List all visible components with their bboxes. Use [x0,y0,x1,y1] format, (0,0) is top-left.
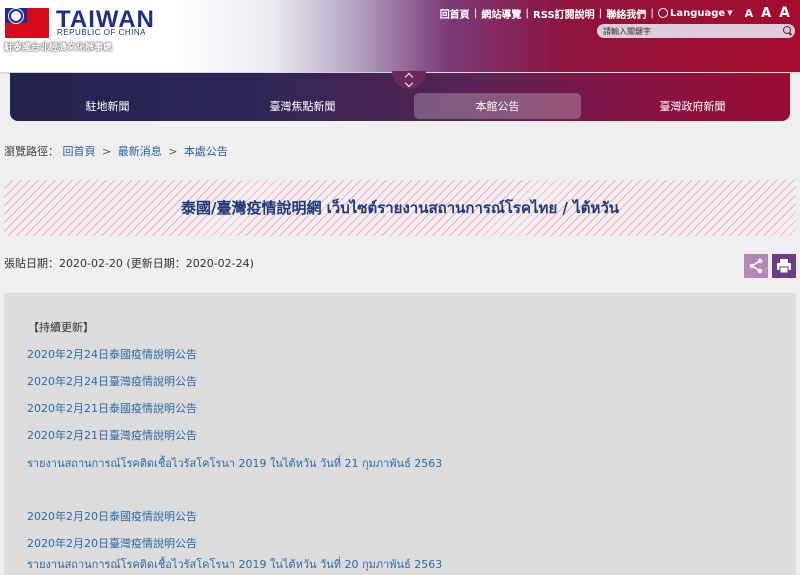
update-note: 【持續更新】 [28,321,94,334]
print-button[interactable] [772,254,796,278]
office-name[interactable]: 駐泰國台北經濟文化辦事處 [4,40,112,53]
font-size-small-button[interactable]: A [745,7,754,20]
breadcrumb-home[interactable]: 回首頁 [63,145,96,158]
breadcrumb-separator: > [102,145,112,158]
separator: | [473,7,478,19]
share-button[interactable] [744,254,768,278]
sitemap-link[interactable]: 網站導覽 [477,6,525,21]
breadcrumb-latest-news[interactable]: 最新消息 [118,145,162,158]
announcement-link[interactable]: 2020年2月24日臺灣疫情說明公告 [27,373,197,389]
nav-item-local-news[interactable]: 駐地新聞 [10,93,205,119]
breadcrumb-prefix: 瀏覽路徑： [4,145,59,158]
font-size-medium-button[interactable]: A [761,6,771,21]
top-links: 回首頁 | 網站導覽 | RSS訂閱說明 | 聯絡我們 | Language ▼… [436,5,790,21]
search-icon[interactable] [781,25,793,37]
page-title: 泰國/臺灣疫情說明網 เว็บไซต์รายงานสถานการณ์โรคไทย… [180,199,620,217]
nav-toggle-button[interactable] [392,71,426,89]
breadcrumb-separator: > [168,145,178,158]
contact-link[interactable]: 聯絡我們 [602,6,650,21]
nav-item-announcements[interactable]: 本館公告 [414,93,581,119]
announcement-link[interactable]: 2020年2月24日泰國疫情說明公告 [27,346,197,362]
breadcrumb: 瀏覽路徑： 回首頁 > 最新消息 > 本處公告 [4,143,228,159]
separator: | [650,7,654,19]
separator: | [598,7,603,19]
search-input[interactable] [597,26,781,36]
share-icon [749,258,763,274]
announcement-link[interactable]: รายงานสถานการณ์โรคติดเชื้อไวรัสโคโรนา 20… [27,454,442,472]
font-size-large-button[interactable]: A [779,5,790,21]
site-header: TAIWAN REPUBLIC OF CHINA 駐泰國台北經濟文化辦事處 回首… [0,0,800,72]
globe-icon [657,8,668,18]
main-nav: 駐地新聞 臺灣焦點新聞 本館公告 臺灣政府新聞 [10,71,790,121]
breadcrumb-announcements[interactable]: 本處公告 [184,145,228,158]
language-label: Language [669,7,726,19]
post-dates: 張貼日期：2020-02-20 (更新日期：2020-02-24) [4,257,254,270]
nav-item-taiwan-focus[interactable]: 臺灣焦點新聞 [205,93,400,119]
announcement-link[interactable]: รายงานสถานการณ์โรคติดเชื้อไวรัสโคโรนา 20… [27,555,442,573]
article-content: 【持續更新】 2020年2月24日泰國疫情說明公告 2020年2月24日臺灣疫情… [4,293,796,575]
caret-down-icon: ▼ [727,9,733,17]
expand-chevron-icon [402,73,416,87]
nav-item-government-news[interactable]: 臺灣政府新聞 [595,93,790,119]
nav-items: 駐地新聞 臺灣焦點新聞 本館公告 臺灣政府新聞 [10,93,790,119]
title-banner: 泰國/臺灣疫情說明網 เว็บไซต์รายงานสถานการณ์โรคไทย… [4,180,796,236]
rss-link[interactable]: RSS訂閱說明 [529,6,599,21]
taiwan-flag-logo[interactable] [5,8,49,38]
announcement-link[interactable]: 2020年2月21日臺灣疫情說明公告 [27,427,197,443]
search-box [597,24,795,38]
home-link[interactable]: 回首頁 [436,6,474,21]
language-selector[interactable]: Language ▼ [654,8,737,19]
announcement-link[interactable]: 2020年2月20日泰國疫情說明公告 [27,508,197,524]
announcement-link[interactable]: 2020年2月21日泰國疫情說明公告 [27,400,197,416]
flag-sun-icon [11,11,21,21]
printer-icon [777,259,791,274]
separator: | [525,7,529,19]
logo-subtitle: REPUBLIC OF CHINA [57,28,146,37]
announcement-link[interactable]: 2020年2月20日臺灣疫情說明公告 [27,535,197,551]
